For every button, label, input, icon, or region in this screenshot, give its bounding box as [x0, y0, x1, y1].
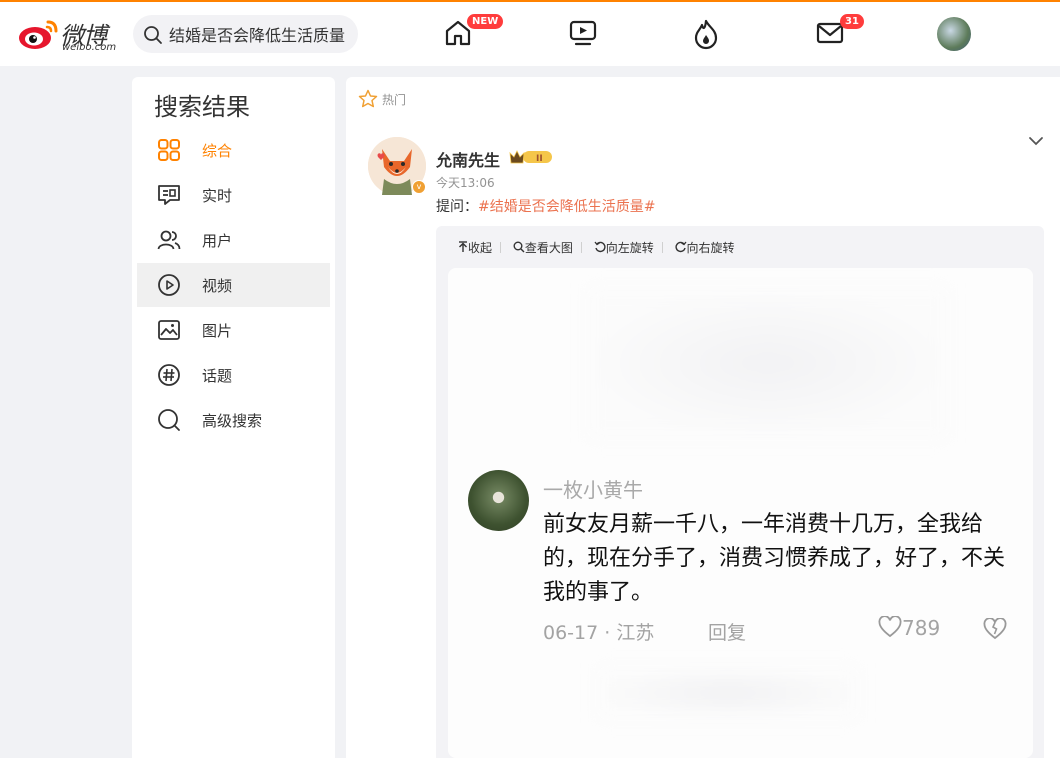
view-large-label: 查看大图: [524, 241, 573, 255]
video-icon: [569, 20, 597, 46]
comment-body: 前女友月薪一千八，一年消费十几万，全我给的，现在分手了，消费习惯养成了，好了，不…: [543, 512, 1006, 605]
heart-icon: [878, 615, 902, 638]
sidebar-item-users[interactable]: 用户: [137, 218, 330, 262]
nav-home[interactable]: NEW: [443, 14, 504, 50]
sidebar-item-label: 高级搜索: [202, 412, 263, 430]
mail-count-badge: 31: [840, 14, 864, 29]
post-text: 提问：#结婚是否会降低生活质量#: [436, 196, 655, 216]
sidebar-item-label: 实时: [202, 187, 233, 205]
topic-tag-link[interactable]: #结婚是否会降低生活质量#: [478, 199, 655, 215]
users-icon: [157, 230, 181, 250]
image-icon: [158, 320, 180, 340]
sidebar-item-label: 视频: [202, 277, 233, 295]
search-icon: [144, 26, 162, 44]
message-icon: [158, 185, 180, 205]
search-input[interactable]: [169, 15, 353, 53]
new-badge: NEW: [467, 14, 504, 29]
top-bar: 微博 weibo.com NEW 31: [0, 0, 1060, 66]
rotate-left-button[interactable]: 向左旋转: [594, 239, 654, 256]
flame-icon: [694, 19, 718, 50]
sidebar-item-video[interactable]: 视频: [137, 263, 330, 307]
blurred-region: [598, 668, 858, 718]
sidebar-item-comprehensive[interactable]: 综合: [137, 128, 330, 172]
collapse-button[interactable]: 收起: [458, 239, 492, 256]
rotate-right-label: 向右旋转: [686, 241, 735, 255]
weibo-logo[interactable]: 微博 weibo.com: [18, 14, 118, 54]
sidebar-item-advanced-search[interactable]: 高级搜索: [137, 398, 330, 442]
collapse-label: 收起: [468, 241, 493, 255]
sidebar-item-label: 图片: [202, 322, 233, 340]
comment-reply: 回复: [708, 622, 747, 644]
comment-avatar: [468, 470, 529, 531]
verified-badge: v: [412, 180, 426, 194]
sidebar-item-label: 用户: [202, 232, 233, 250]
nav-hot[interactable]: [691, 18, 725, 50]
broken-heart-icon: [983, 618, 1007, 640]
media-toolbar: 收起 查看大图 向左旋转 向右旋转: [458, 239, 741, 255]
star-icon: [358, 89, 378, 108]
hashtag-icon: [158, 364, 180, 386]
post-text-prefix: 提问：: [436, 199, 478, 215]
media-viewer: 收起 查看大图 向左旋转 向右旋转 一枚小黄牛 前女友月薪一千八，一年消费十几万…: [436, 226, 1044, 758]
magnify-icon: [513, 241, 525, 253]
search-box[interactable]: [133, 15, 358, 53]
sidebar-item-topics[interactable]: 话题: [137, 353, 330, 397]
rotate-left-label: 向左旋转: [605, 241, 654, 255]
sidebar-item-label: 话题: [202, 367, 233, 385]
search-icon: [158, 409, 180, 431]
toolbar-divider: [661, 242, 663, 253]
comment-meta: 06-17 · 江苏: [543, 622, 655, 644]
rotate-right-icon: [674, 241, 687, 253]
play-circle-icon: [158, 274, 180, 296]
rotate-left-icon: [594, 241, 606, 253]
svg-text:II: II: [536, 154, 543, 164]
main-feed: 热门 v 允南先生 II 今天13:06 提问：#结婚是否会降低生活质量# 收起…: [346, 77, 1060, 758]
sidebar-item-label: 综合: [202, 142, 233, 160]
hot-label: 热门: [382, 93, 407, 107]
user-avatar[interactable]: [937, 17, 971, 51]
collapse-icon: [459, 241, 467, 252]
chevron-down-icon[interactable]: [1028, 133, 1044, 149]
post-image[interactable]: 一枚小黄牛 前女友月薪一千八，一年消费十几万，全我给的，现在分手了，消费习惯养成…: [448, 268, 1033, 758]
toolbar-divider: [500, 242, 502, 253]
view-large-button[interactable]: 查看大图: [513, 239, 573, 256]
rotate-right-button[interactable]: 向右旋转: [674, 239, 735, 256]
post-time[interactable]: 今天13:06: [436, 174, 495, 191]
comment-author: 一枚小黄牛: [543, 478, 643, 502]
like-count: 789: [902, 616, 941, 640]
search-sidebar: 搜索结果 综合 实时 用户 视频 图片 话题 高级搜索: [132, 77, 335, 758]
sidebar-title: 搜索结果: [154, 93, 250, 121]
weibo-eye-icon: [19, 20, 58, 49]
grid-icon: [158, 139, 180, 161]
blurred-region: [588, 288, 948, 438]
post-author-name[interactable]: 允南先生: [436, 147, 500, 171]
nav-messages[interactable]: 31: [815, 14, 864, 50]
sidebar-item-realtime[interactable]: 实时: [137, 173, 330, 217]
nav-video[interactable]: [568, 18, 602, 50]
sidebar-item-images[interactable]: 图片: [137, 308, 330, 352]
toolbar-divider: [580, 242, 582, 253]
vip-crown-icon[interactable]: II: [509, 149, 553, 165]
logo-subtext: weibo.com: [62, 42, 117, 53]
comment-like: 789: [878, 615, 941, 640]
